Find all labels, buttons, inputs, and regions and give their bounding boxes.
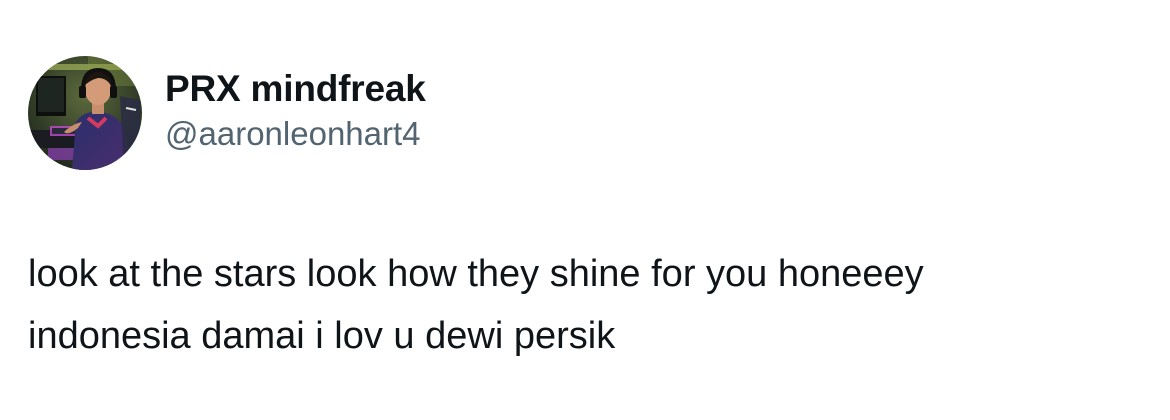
author-display-name[interactable]: PRX mindfreak (165, 66, 426, 112)
author-avatar[interactable] (28, 56, 142, 170)
tweet-card: PRX mindfreak @aaronleonhart4 look at th… (0, 0, 1170, 420)
author-handle[interactable]: @aaronleonhart4 (165, 112, 421, 156)
tweet-text-line: indonesia damai i lov u dewi persik (28, 315, 616, 357)
tweet-text: look at the stars look how they shine fo… (28, 243, 1148, 367)
avatar-photo-icon (28, 56, 142, 170)
tweet-text-line: look at the stars look how they shine fo… (28, 253, 924, 295)
